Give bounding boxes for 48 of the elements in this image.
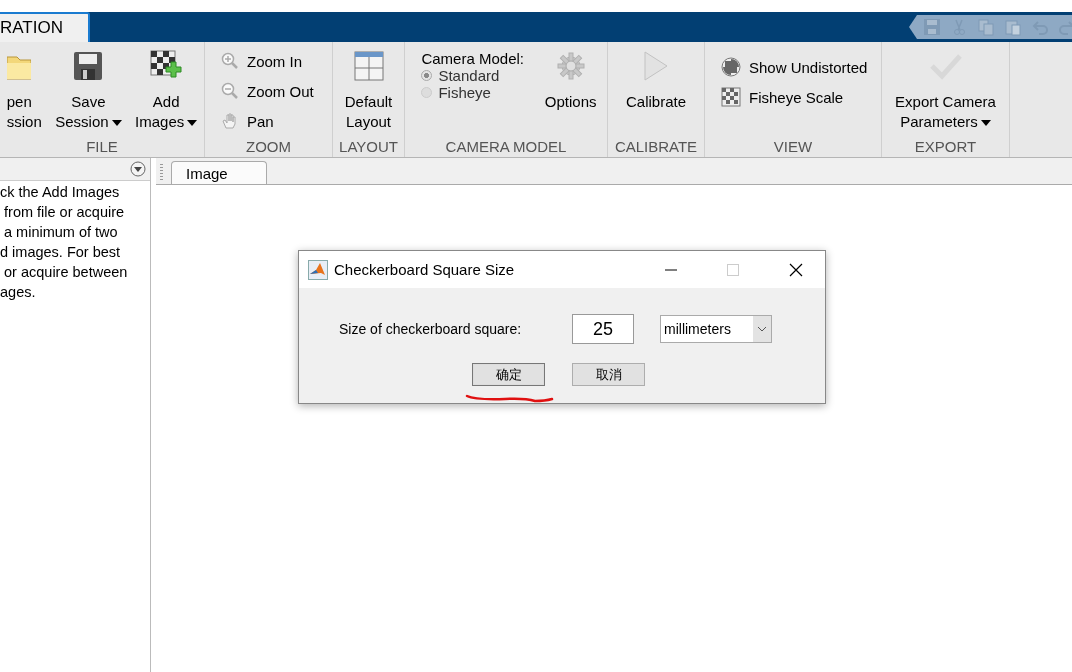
cancel-button[interactable]: 取消 xyxy=(572,363,645,386)
checkerboard-icon xyxy=(721,87,741,107)
fisheye-scale-button[interactable]: Fisheye Scale xyxy=(721,86,881,108)
zoom-out-button[interactable]: Zoom Out xyxy=(221,80,332,102)
grip-icon[interactable] xyxy=(160,164,163,180)
zoom-out-icon xyxy=(221,82,239,100)
play-icon xyxy=(643,50,669,82)
default-layout-button[interactable]: Default Layout xyxy=(344,50,393,137)
section-title: CALIBRATE xyxy=(613,137,699,157)
calibrate-button[interactable]: Calibrate xyxy=(626,50,686,137)
gear-icon xyxy=(556,50,585,82)
radio-button[interactable]: Fisheye xyxy=(421,84,524,101)
pan-button[interactable]: Pan xyxy=(221,110,332,132)
section-title: FILE xyxy=(85,137,119,157)
add-images-button[interactable]: Add Images xyxy=(135,50,198,137)
section-title: LAYOUT xyxy=(338,137,399,157)
camera-model-label: Camera Model: xyxy=(421,50,524,67)
hand-icon xyxy=(221,112,239,130)
instructions-text: ck the Add Images from file or acquire a minimum of two d images. For best or acquire between ages. xyxy=(0,183,129,302)
dialog-title: Checkerboard Square Size xyxy=(334,261,516,278)
section-title: VIEW xyxy=(772,137,814,157)
dropdown-circle-icon[interactable] xyxy=(130,161,146,177)
radio-button[interactable]: Standard xyxy=(421,67,524,84)
layout-grid-icon xyxy=(353,50,384,82)
maximize-icon[interactable] xyxy=(727,263,739,276)
chevron-down-icon xyxy=(757,326,767,332)
paste-icon[interactable] xyxy=(1004,18,1022,36)
export-camera-parameters-button[interactable]: Export Camera Parameters xyxy=(895,50,996,137)
close-icon[interactable] xyxy=(789,262,803,277)
ok-button[interactable]: 确定 xyxy=(472,363,545,386)
app-logo-icon xyxy=(308,259,328,280)
show-undistorted-button[interactable]: Show Undistorted xyxy=(721,56,881,78)
section-title: EXPORT xyxy=(913,137,978,157)
section-title: CAMERA MODEL xyxy=(444,137,568,157)
zoom-in-button[interactable]: Zoom In xyxy=(221,50,332,72)
unit-dropdown[interactable]: millimeters xyxy=(660,315,772,343)
zoom-in-icon xyxy=(221,52,239,70)
copy-icon[interactable] xyxy=(977,18,995,36)
options-button[interactable]: Options xyxy=(544,50,597,137)
size-label: Size of checkerboard square: xyxy=(339,321,523,337)
app-tab[interactable]: RATION xyxy=(0,12,90,42)
size-input[interactable]: 25 xyxy=(572,314,634,344)
open-session-button[interactable]: pen ssion xyxy=(6,50,42,137)
save-icon[interactable] xyxy=(923,18,941,36)
save-session-button[interactable]: Save Session xyxy=(55,50,122,137)
checkered-ball-icon xyxy=(721,57,741,77)
section-title: ZOOM xyxy=(245,137,292,157)
document-tab[interactable]: Image xyxy=(171,161,267,184)
